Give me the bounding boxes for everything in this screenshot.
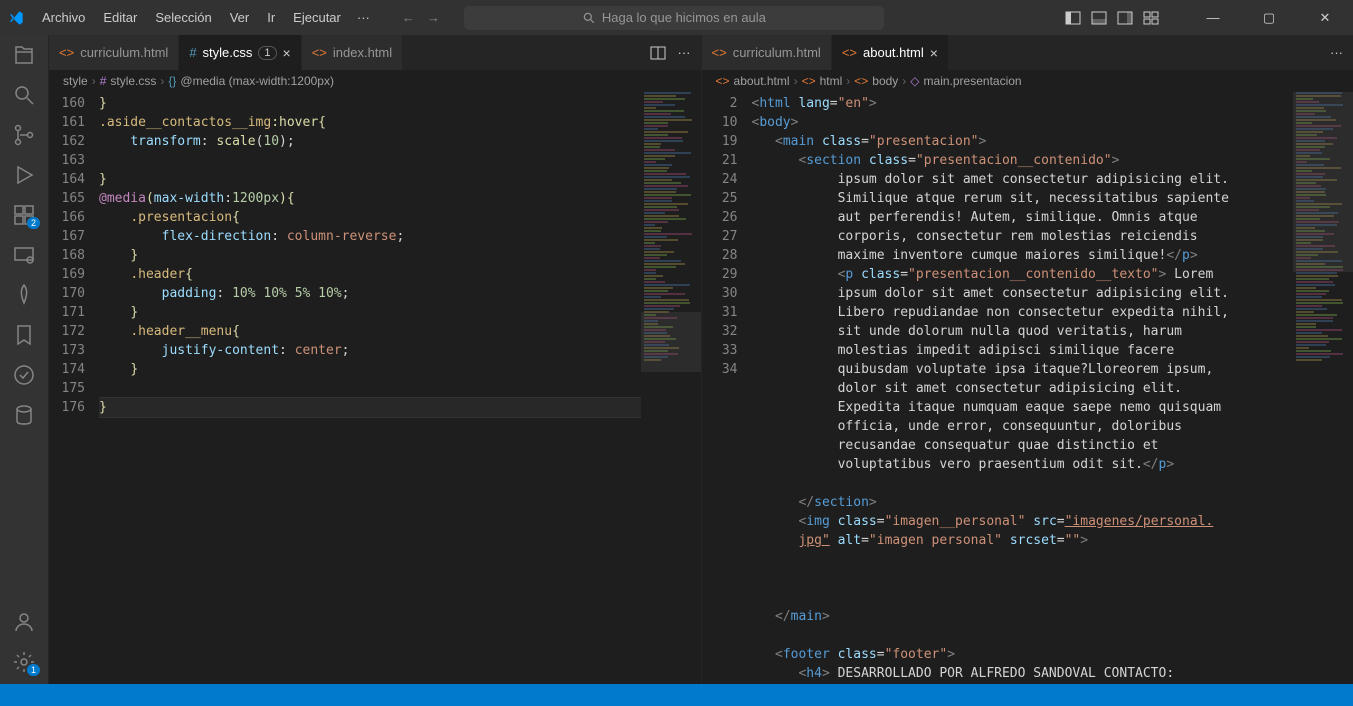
close-icon[interactable]: × <box>283 45 291 61</box>
minimap-right[interactable] <box>1293 92 1353 684</box>
more-actions-icon[interactable]: ··· <box>1330 45 1343 60</box>
file-icon: <> <box>312 45 327 60</box>
tab-curriculum-html[interactable]: <> curriculum.html <box>702 35 832 70</box>
tab-curriculum-html[interactable]: <> curriculum.html <box>49 35 179 70</box>
extensions-badge: 2 <box>27 217 40 229</box>
menu-item-archivo[interactable]: Archivo <box>34 6 93 29</box>
breadcrumb-item[interactable]: about.html <box>734 74 790 88</box>
close-icon[interactable]: × <box>930 45 938 61</box>
breadcrumb-item[interactable]: body <box>872 74 898 88</box>
tab-label: style.css <box>203 45 253 60</box>
file-icon: <> <box>59 45 74 60</box>
menu-item-editar[interactable]: Editar <box>95 6 145 29</box>
window-maximize[interactable]: ▢ <box>1249 10 1289 26</box>
mongodb-icon[interactable] <box>12 283 36 307</box>
sql-icon[interactable] <box>12 403 36 427</box>
command-center-text: Haga lo que hicimos en aula <box>602 10 766 25</box>
breadcrumbs-right[interactable]: <> about.html › <> html › <> body › ◇ ma… <box>702 70 1353 92</box>
code-left[interactable]: }.aside__contactos__img:hover{ transform… <box>99 92 641 684</box>
layout-sidebar-left-icon[interactable] <box>1065 10 1081 26</box>
breadcrumb-item[interactable]: @media (max-width:1200px) <box>180 74 334 88</box>
search-icon[interactable] <box>12 83 36 107</box>
code-right[interactable]: <html lang="en"><body> <main class="pres… <box>752 92 1294 684</box>
layout-panel-icon[interactable] <box>1091 10 1107 26</box>
breadcrumb-item[interactable]: html <box>820 74 843 88</box>
breadcrumbs-left[interactable]: style › # style.css › {} @media (max-wid… <box>49 70 701 92</box>
breadcrumb-icon: <> <box>854 74 868 88</box>
nav-forward-icon[interactable]: → <box>427 10 440 25</box>
accounts-icon[interactable] <box>12 610 36 634</box>
titlebar: ArchivoEditarSelecciónVerIrEjecutar ··· … <box>0 0 1353 35</box>
editor-group-right: <>curriculum.html<>about.html× ··· <> ab… <box>701 35 1353 684</box>
tab-about-html[interactable]: <> about.html × <box>832 35 949 70</box>
tab-label: about.html <box>863 45 924 60</box>
extensions-icon[interactable]: 2 <box>12 203 36 227</box>
file-icon: <> <box>712 45 727 60</box>
source-control-icon[interactable] <box>12 123 36 147</box>
menu-item-ejecutar[interactable]: Ejecutar <box>285 6 349 29</box>
more-actions-icon[interactable]: ··· <box>678 45 691 61</box>
settings-badge: 1 <box>27 664 40 676</box>
tab-label: index.html <box>333 45 392 60</box>
breadcrumb-icon: {} <box>168 74 176 88</box>
explorer-icon[interactable] <box>12 43 36 67</box>
file-icon: <> <box>842 45 857 60</box>
breadcrumb-item[interactable]: style.css <box>110 74 156 88</box>
command-center[interactable]: Haga lo que hicimos en aula <box>464 6 884 30</box>
breadcrumb-icon: ◇ <box>910 74 919 88</box>
breadcrumb-item[interactable]: style <box>63 74 88 88</box>
modified-badge: 1 <box>258 46 276 60</box>
gutter-right: 21019212425262728293031323334 <box>702 92 752 684</box>
menu-item-selección[interactable]: Selección <box>147 6 219 29</box>
breadcrumb-icon: <> <box>716 74 730 88</box>
nav-back-icon[interactable]: ← <box>402 10 415 25</box>
layout-sidebar-right-icon[interactable] <box>1117 10 1133 26</box>
breadcrumb-item[interactable]: main.presentacion <box>924 74 1022 88</box>
bookmark-icon[interactable] <box>12 323 36 347</box>
run-debug-icon[interactable] <box>12 163 36 187</box>
tabs-right: <> curriculum.html <> about.html × ··· <box>702 35 1353 70</box>
file-icon: # <box>189 45 196 60</box>
menu-item-ver[interactable]: Ver <box>222 6 258 29</box>
statusbar[interactable] <box>0 684 1353 706</box>
layout-customize-icon[interactable] <box>1143 10 1159 26</box>
gutter-left: 1601611621631641651661671681691701711721… <box>49 92 99 684</box>
split-editor-icon[interactable] <box>650 45 666 61</box>
breadcrumb-icon: # <box>100 74 107 88</box>
liveshare-icon[interactable] <box>12 363 36 387</box>
minimap-left[interactable] <box>641 92 701 684</box>
activitybar: 2 1 <box>0 35 48 684</box>
remote-icon[interactable] <box>12 243 36 267</box>
menu-more[interactable]: ··· <box>349 6 378 29</box>
tab-label: curriculum.html <box>80 45 168 60</box>
window-close[interactable]: ✕ <box>1305 10 1345 26</box>
window-minimize[interactable]: — <box>1193 10 1233 25</box>
vscode-icon <box>8 10 24 26</box>
search-icon <box>582 11 596 25</box>
settings-icon[interactable]: 1 <box>12 650 36 674</box>
menu-item-ir[interactable]: Ir <box>259 6 283 29</box>
menubar: ArchivoEditarSelecciónVerIrEjecutar <box>34 6 349 29</box>
nav-arrows: ← → <box>402 10 440 25</box>
tab-index-html[interactable]: <> index.html <box>302 35 403 70</box>
tabs-left: <> curriculum.html # style.css 1 × <> index.htm… <box>49 35 701 70</box>
editor-group-left: <>curriculum.html#style.css1×<>index.htm… <box>48 35 701 684</box>
breadcrumb-icon: <> <box>802 74 816 88</box>
tab-label: curriculum.html <box>733 45 821 60</box>
tab-style-css[interactable]: # style.css 1 × <box>179 35 301 70</box>
